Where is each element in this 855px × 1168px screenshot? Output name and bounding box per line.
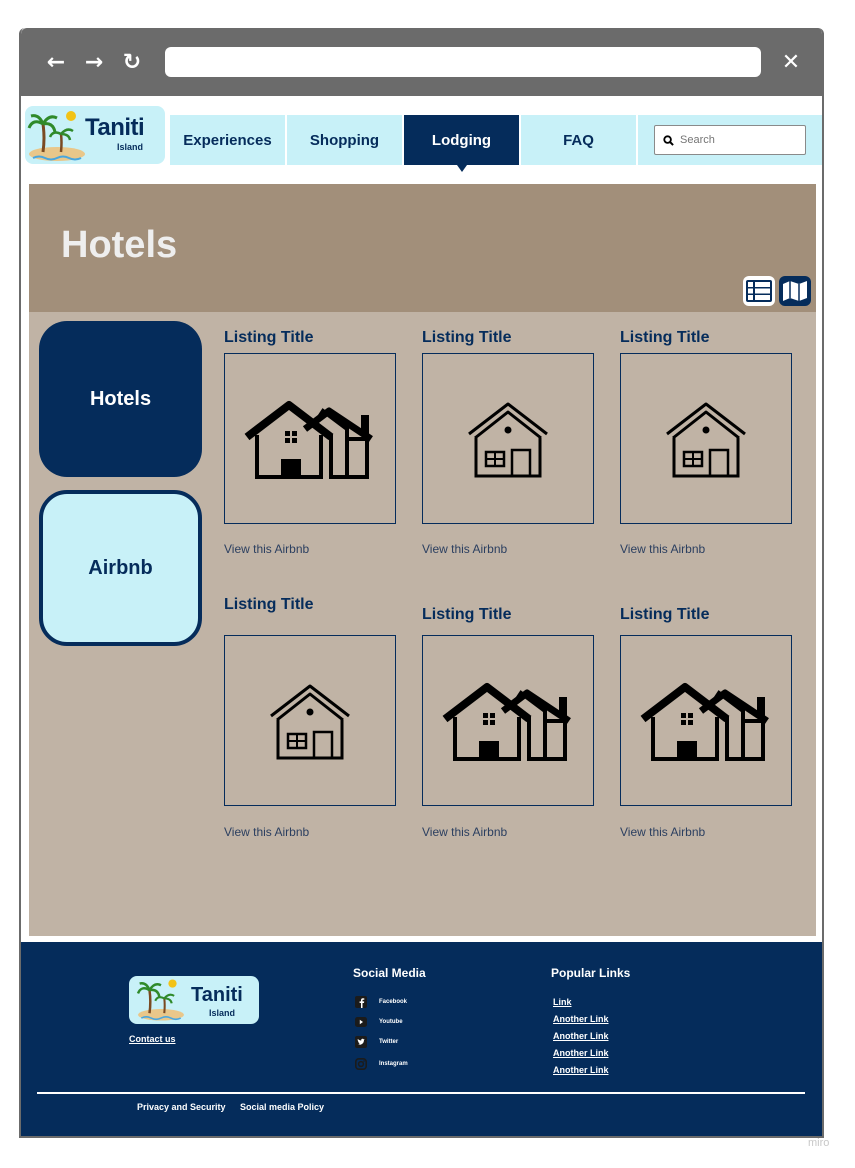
social-twitter-link[interactable]: Twitter (355, 1036, 398, 1048)
map-view-button[interactable] (779, 276, 811, 306)
site-logo[interactable]: Taniti Island (25, 106, 165, 164)
search-container (638, 115, 822, 165)
search-box[interactable] (654, 125, 806, 155)
logo-subtitle: Island (117, 142, 144, 152)
houses-filled-icon (442, 682, 571, 761)
listing-image[interactable] (422, 635, 594, 806)
search-input[interactable] (680, 134, 800, 146)
category-hotels-button[interactable]: Hotels (39, 321, 202, 477)
browser-chrome: ← → ↻ ✕ (21, 28, 822, 96)
listing-title[interactable]: Listing Title (422, 606, 511, 624)
footer-logo-title: Taniti (191, 984, 243, 1006)
youtube-icon (355, 1016, 367, 1028)
privacy-security-link[interactable]: Privacy and Security (137, 1102, 226, 1112)
browser-window: ← → ↻ ✕ Taniti Island Experiences Shoppi… (19, 28, 824, 1138)
top-navigation: Taniti Island Experiences Shopping Lodgi… (21, 106, 822, 172)
logo-title: Taniti (85, 114, 145, 141)
social-label: Twitter (379, 1039, 399, 1045)
tab-lodging[interactable]: Lodging (404, 115, 519, 172)
map-icon (783, 281, 807, 301)
close-icon[interactable]: ✕ (778, 50, 804, 76)
social-label: Instagram (379, 1061, 408, 1067)
address-bar[interactable] (165, 47, 761, 77)
footer-logo-subtitle: Island (209, 1008, 236, 1018)
social-facebook-link[interactable]: Facebook (355, 996, 407, 1008)
view-listing-link[interactable]: View this Airbnb (422, 542, 507, 556)
listing-title[interactable]: Listing Title (620, 606, 709, 624)
listing-image[interactable] (224, 353, 396, 524)
hero-banner: Hotels (29, 184, 816, 312)
listing-image[interactable] (620, 353, 792, 524)
page-title: Hotels (61, 224, 178, 266)
listing-title[interactable]: Listing Title (422, 329, 511, 347)
twitter-icon (355, 1036, 367, 1048)
palm-island-icon (27, 111, 85, 161)
site-footer: Taniti Island Contact us Social Media Fa… (21, 942, 822, 1136)
listing-image[interactable] (224, 635, 396, 806)
listing-image[interactable] (422, 353, 594, 524)
social-youtube-link[interactable]: Youtube (355, 1016, 403, 1028)
social-label: Facebook (379, 999, 408, 1005)
contact-us-link[interactable]: Contact us (129, 1034, 176, 1044)
view-listing-link[interactable]: View this Airbnb (620, 825, 705, 839)
reload-icon[interactable]: ↻ (119, 50, 145, 76)
popular-link[interactable]: Another Link (553, 1031, 609, 1041)
houses-filled-icon (640, 682, 769, 761)
social-instagram-link[interactable]: Instagram (355, 1058, 408, 1070)
popular-link[interactable]: Another Link (553, 1065, 609, 1075)
listing-title[interactable]: Listing Title (224, 329, 313, 347)
house-outline-icon (468, 402, 548, 477)
house-outline-icon (666, 402, 746, 477)
view-listing-link[interactable]: View this Airbnb (224, 542, 309, 556)
instagram-icon (355, 1058, 367, 1070)
palm-island-icon (136, 979, 184, 1021)
social-media-policy-link[interactable]: Social media Policy (240, 1102, 324, 1112)
tab-faq[interactable]: FAQ (521, 115, 636, 165)
listing-title[interactable]: Listing Title (224, 596, 313, 614)
category-airbnb-button[interactable]: Airbnb (39, 490, 202, 646)
social-label: Youtube (379, 1019, 403, 1025)
popular-link[interactable]: Another Link (553, 1048, 609, 1058)
tab-experiences[interactable]: Experiences (170, 115, 285, 165)
view-listing-link[interactable]: View this Airbnb (620, 542, 705, 556)
social-media-heading: Social Media (353, 966, 426, 980)
view-listing-link[interactable]: View this Airbnb (224, 825, 309, 839)
facebook-icon (355, 996, 367, 1008)
list-view-button[interactable] (743, 276, 775, 306)
listing-image[interactable] (620, 635, 792, 806)
listing-title[interactable]: Listing Title (620, 329, 709, 347)
popular-link[interactable]: Link (553, 997, 572, 1007)
house-outline-icon (270, 684, 350, 759)
back-arrow-icon[interactable]: ← (43, 50, 69, 76)
miro-watermark: miro (808, 1137, 830, 1149)
footer-divider (37, 1092, 805, 1094)
listings-section: Hotels Airbnb Listing Title View this Ai… (29, 312, 816, 936)
list-view-icon (746, 280, 772, 302)
houses-filled-icon (244, 400, 373, 479)
footer-logo[interactable]: Taniti Island (129, 976, 259, 1024)
popular-links-heading: Popular Links (551, 966, 631, 980)
forward-arrow-icon[interactable]: → (81, 50, 107, 76)
search-icon (663, 134, 674, 146)
popular-link[interactable]: Another Link (553, 1014, 609, 1024)
view-listing-link[interactable]: View this Airbnb (422, 825, 507, 839)
tab-shopping[interactable]: Shopping (287, 115, 402, 165)
